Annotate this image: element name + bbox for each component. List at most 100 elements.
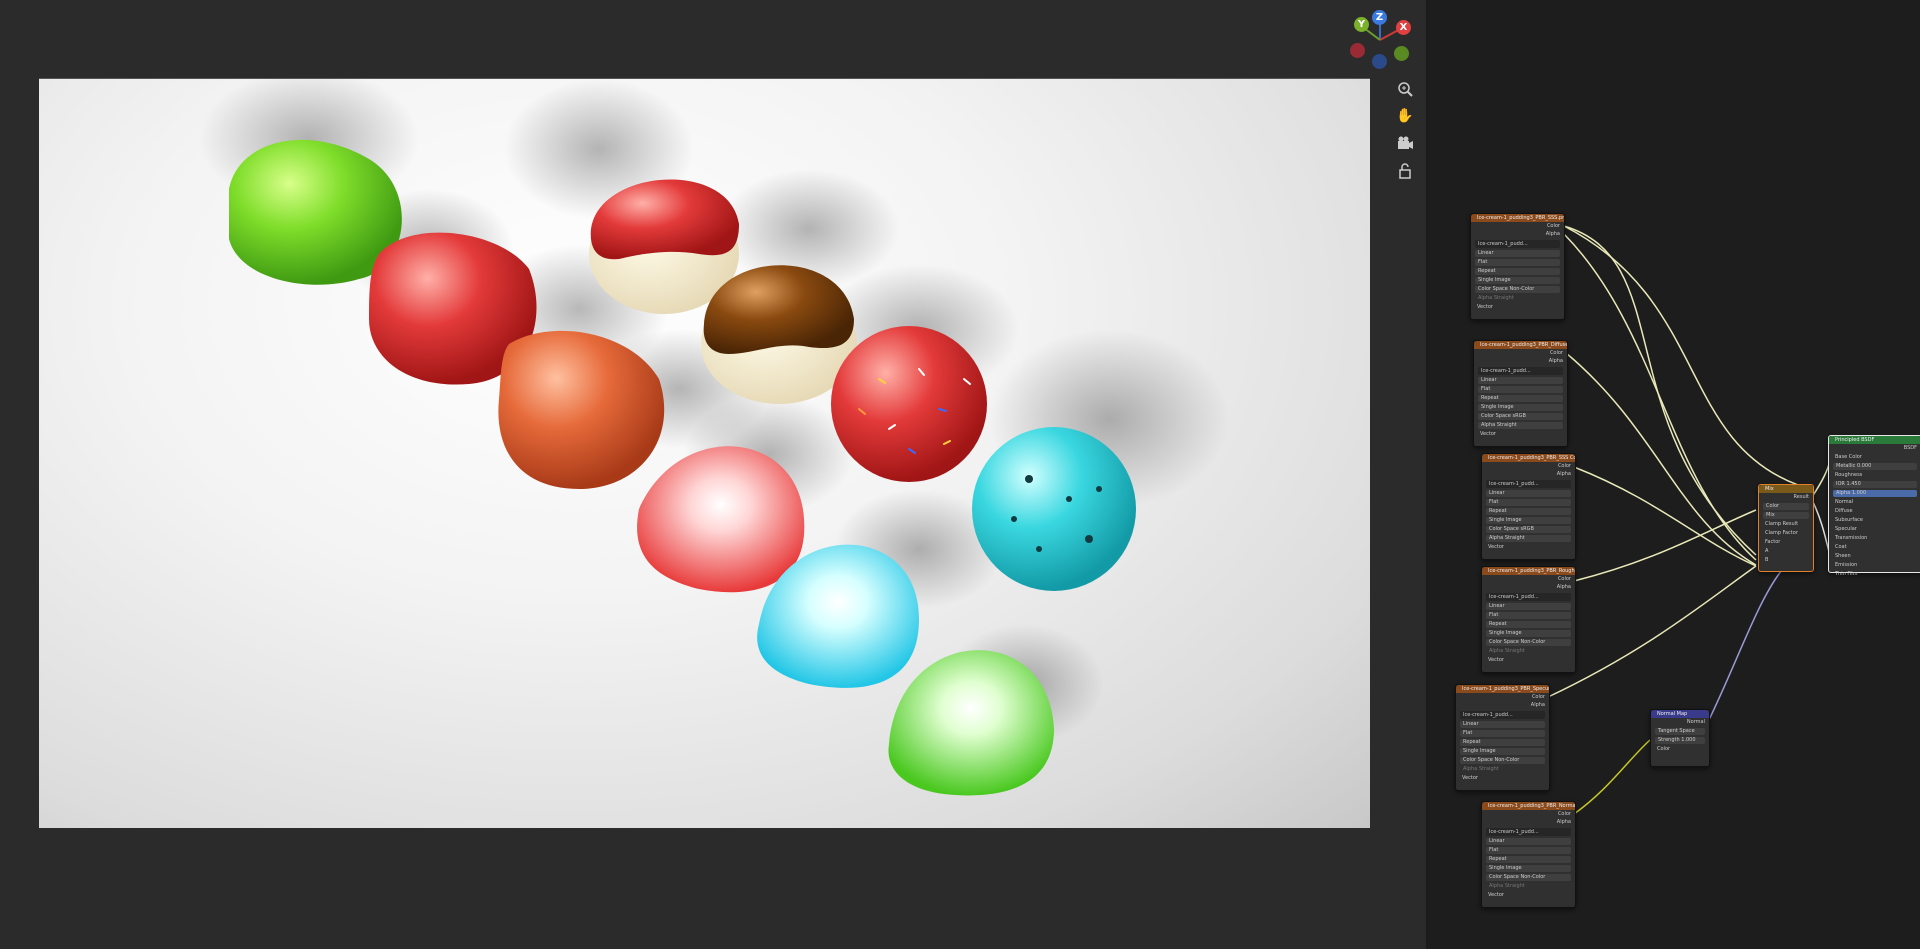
projection-select[interactable]: Flat <box>1475 259 1560 266</box>
source-select[interactable]: Single Image <box>1486 517 1571 524</box>
alpha-mode-select[interactable]: Alpha Straight <box>1486 648 1571 655</box>
projection-select[interactable]: Flat <box>1486 499 1571 506</box>
node-title[interactable]: Ice-cream-1_pudding3_PBR_SSS Colour <box>1482 454 1575 462</box>
projection-select[interactable]: Flat <box>1460 730 1545 737</box>
strength-field[interactable]: Strength 1.000 <box>1655 737 1705 744</box>
color-space-select[interactable]: Color Space sRGB <box>1478 413 1563 420</box>
interpolation-select[interactable]: Linear <box>1486 838 1571 845</box>
metallic-field[interactable]: Metallic 0.000 <box>1833 463 1917 470</box>
normal-map-node[interactable]: Normal Map Normal Tangent Space Strength… <box>1650 709 1710 767</box>
extension-select[interactable]: Repeat <box>1486 856 1571 863</box>
interpolation-select[interactable]: Linear <box>1478 377 1563 384</box>
source-select[interactable]: Single Image <box>1475 277 1560 284</box>
data-type-select[interactable]: Color <box>1763 503 1809 510</box>
source-select[interactable]: Single Image <box>1486 630 1571 637</box>
extension-select[interactable]: Repeat <box>1460 739 1545 746</box>
input-color: Color <box>1657 746 1671 752</box>
color-space-label: Color Space <box>1489 639 1519 645</box>
color-space-select[interactable]: Color Space sRGB <box>1486 526 1571 533</box>
gizmo-neg-y[interactable] <box>1394 46 1409 61</box>
alpha-mode-select[interactable]: Alpha Straight <box>1486 535 1571 542</box>
ior-field[interactable]: IOR 1.450 <box>1833 481 1917 488</box>
blend-mode-select[interactable]: Mix <box>1763 512 1809 519</box>
color-space-label: Color Space <box>1481 413 1511 419</box>
color-space-select[interactable]: Color Space Non-Color <box>1486 639 1571 646</box>
projection-select[interactable]: Flat <box>1486 612 1571 619</box>
panel-coat[interactable]: Coat <box>1833 544 1917 551</box>
color-space-select[interactable]: Color Space Non-Color <box>1486 874 1571 881</box>
texture-node-diffuse[interactable]: Ice-cream-1_pudding3_PBR_Diffuse.png Col… <box>1473 340 1568 447</box>
texture-node-normal[interactable]: Ice-cream-1_pudding3_PBR_Normal.png Colo… <box>1481 801 1576 908</box>
texture-node-sss[interactable]: Ice-cream-1_pudding3_PBR_SSS.png Color A… <box>1470 213 1565 320</box>
node-title[interactable]: Mix <box>1759 485 1813 493</box>
metallic-label: Metallic <box>1836 463 1856 469</box>
node-title[interactable]: Normal Map <box>1651 710 1709 718</box>
alpha-mode-select[interactable]: Alpha Straight <box>1475 295 1560 302</box>
node-title[interactable]: Ice-cream-1_pudding3_PBR_SSS.png <box>1471 214 1564 222</box>
extension-select[interactable]: Repeat <box>1486 508 1571 515</box>
navigation-gizmo[interactable]: Z X Y <box>1346 10 1416 70</box>
interpolation-select[interactable]: Linear <box>1460 721 1545 728</box>
extension-select[interactable]: Repeat <box>1478 395 1563 402</box>
panel-sheen[interactable]: Sheen <box>1833 553 1917 560</box>
3d-viewport[interactable]: Z X Y ✋ <box>0 0 1426 949</box>
extension-select[interactable]: Repeat <box>1475 268 1560 275</box>
interpolation-select[interactable]: Linear <box>1475 250 1560 257</box>
zoom-icon[interactable] <box>1396 80 1414 98</box>
image-file-field[interactable]: Ice-cream-1_pudd... <box>1460 711 1545 719</box>
input-b: B <box>1765 557 1769 563</box>
node-title[interactable]: Ice-cream-1_pudding3_PBR_Normal.png <box>1482 802 1575 810</box>
color-space-value: Non-Color <box>1509 286 1535 292</box>
source-select[interactable]: Single Image <box>1486 865 1571 872</box>
clamp-result-checkbox[interactable]: Clamp Result <box>1763 521 1809 528</box>
image-file-field[interactable]: Ice-cream-1_pudd... <box>1475 240 1560 248</box>
alpha-field[interactable]: Alpha 1.000 <box>1833 490 1917 497</box>
image-file-field[interactable]: Ice-cream-1_pudd... <box>1486 828 1571 836</box>
projection-select[interactable]: Flat <box>1478 386 1563 393</box>
panel-diffuse[interactable]: Diffuse <box>1833 508 1917 515</box>
image-file-field[interactable]: Ice-cream-1_pudd... <box>1478 367 1563 375</box>
alpha-value: Straight <box>1504 648 1525 654</box>
image-file-field[interactable]: Ice-cream-1_pudd... <box>1486 480 1571 488</box>
panel-specular[interactable]: Specular <box>1833 526 1917 533</box>
panel-thin-film[interactable]: Thin Film <box>1833 571 1917 578</box>
extension-select[interactable]: Repeat <box>1486 621 1571 628</box>
principled-bsdf-node[interactable]: Principled BSDF BSDF Base Color Metallic… <box>1828 435 1920 577</box>
hand-icon[interactable]: ✋ <box>1396 107 1414 125</box>
color-space-select[interactable]: Color Space Non-Color <box>1460 757 1545 764</box>
source-select[interactable]: Single Image <box>1460 748 1545 755</box>
gizmo-z-axis[interactable]: Z <box>1372 10 1387 25</box>
texture-node-sss-colour[interactable]: Ice-cream-1_pudding3_PBR_SSS Colour Colo… <box>1481 453 1576 560</box>
alpha-mode-select[interactable]: Alpha Straight <box>1478 422 1563 429</box>
interpolation-select[interactable]: Linear <box>1486 490 1571 497</box>
source-select[interactable]: Single Image <box>1478 404 1563 411</box>
panel-transmission[interactable]: Transmission <box>1833 535 1917 542</box>
node-title[interactable]: Principled BSDF <box>1829 436 1920 444</box>
input-normal: Normal <box>1835 499 1854 505</box>
node-title[interactable]: Ice-cream-1_pudding3_PBR_Roughness... <box>1482 567 1575 575</box>
shader-node-editor[interactable]: Ice-cream-1_pudding3_PBR_SSS.png Color A… <box>1428 0 1920 949</box>
texture-node-specular[interactable]: Ice-cream-1_pudding3_PBR_Specular.p... C… <box>1455 684 1550 791</box>
panel-emission[interactable]: Emission <box>1833 562 1917 569</box>
output-alpha: Alpha <box>1556 819 1571 825</box>
camera-icon[interactable] <box>1396 134 1414 152</box>
projection-select[interactable]: Flat <box>1486 847 1571 854</box>
gizmo-y-axis[interactable]: Y <box>1354 17 1369 32</box>
clamp-factor-checkbox[interactable]: Clamp Factor <box>1763 530 1809 537</box>
interpolation-select[interactable]: Linear <box>1486 603 1571 610</box>
panel-subsurface[interactable]: Subsurface <box>1833 517 1917 524</box>
alpha-value: Straight <box>1478 766 1499 772</box>
color-space-select[interactable]: Color Space Non-Color <box>1475 286 1560 293</box>
node-title[interactable]: Ice-cream-1_pudding3_PBR_Specular.p... <box>1456 685 1549 693</box>
gizmo-x-axis[interactable]: X <box>1396 20 1411 35</box>
space-select[interactable]: Tangent Space <box>1655 728 1705 735</box>
node-title[interactable]: Ice-cream-1_pudding3_PBR_Diffuse.png <box>1474 341 1567 349</box>
gizmo-neg-x[interactable] <box>1350 43 1365 58</box>
mix-node[interactable]: Mix Result Color Mix Clamp Result Clamp … <box>1758 484 1814 572</box>
lock-icon[interactable] <box>1396 162 1414 180</box>
image-file-field[interactable]: Ice-cream-1_pudd... <box>1486 593 1571 601</box>
texture-node-roughness[interactable]: Ice-cream-1_pudding3_PBR_Roughness... Co… <box>1481 566 1576 673</box>
alpha-mode-select[interactable]: Alpha Straight <box>1460 766 1545 773</box>
gizmo-neg-z[interactable] <box>1372 54 1387 69</box>
alpha-mode-select[interactable]: Alpha Straight <box>1486 883 1571 890</box>
